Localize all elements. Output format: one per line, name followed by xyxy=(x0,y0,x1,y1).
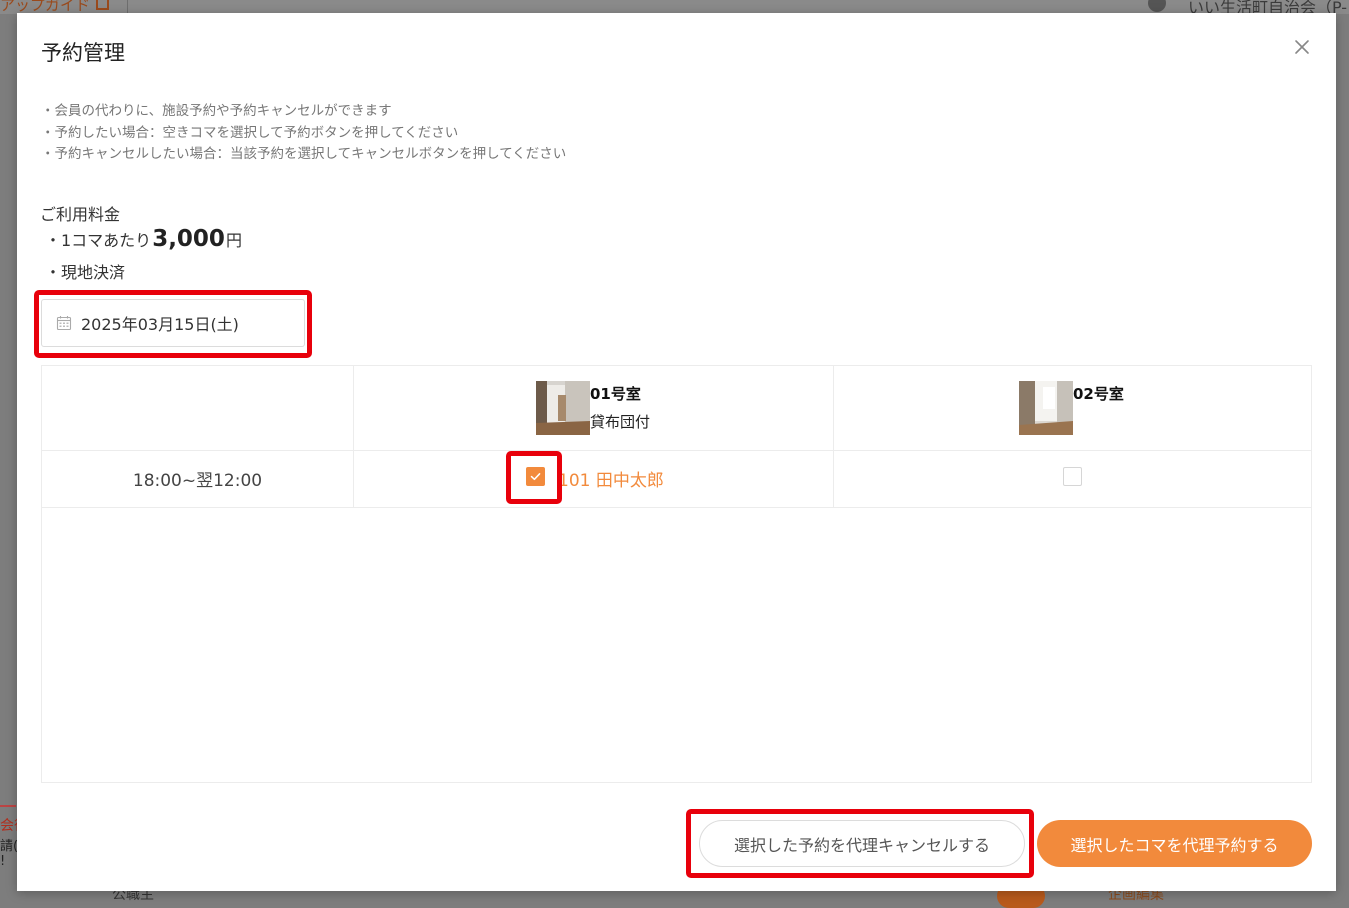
close-button[interactable] xyxy=(1292,37,1312,57)
proxy-cancel-button[interactable]: 選択した予約を代理キャンセルする xyxy=(699,820,1025,867)
fee-title: ご利用料金 xyxy=(40,205,121,224)
room-01-slot-checkbox[interactable] xyxy=(526,467,545,486)
fee-payment-method: ・現地決済 xyxy=(45,263,126,282)
note-line: ・会員の代わりに、施設予約や予約キャンセルができます xyxy=(41,103,392,119)
fee-amount: 3,000 xyxy=(152,226,225,252)
room-02-photo xyxy=(1019,381,1073,435)
selected-date: 2025年03月15日(土) xyxy=(81,315,239,334)
fee-per-slot-label: ・1コマあたり xyxy=(45,231,152,250)
background-header xyxy=(0,0,1349,14)
note-line: ・予約キャンセルしたい場合：当該予約を選択してキャンセルボタンを押してください xyxy=(41,146,567,162)
fee-unit: 円 xyxy=(225,231,242,250)
room-02-slot-checkbox[interactable] xyxy=(1063,467,1082,486)
header-divider xyxy=(127,0,128,14)
room-01-name: 01号室 xyxy=(590,385,641,403)
grid-divider xyxy=(353,366,354,508)
background-side-text: ! xyxy=(0,854,6,869)
proxy-reserve-button[interactable]: 選択したコマを代理予約する xyxy=(1037,820,1312,867)
grid-divider xyxy=(42,507,1311,508)
checkmark-icon xyxy=(530,473,541,481)
note-line: ・予約したい場合：空きコマを選択して予約ボタンを押してください xyxy=(41,124,459,141)
fee-per-slot: ・1コマあたり 3,000 円 xyxy=(45,226,242,252)
grid-divider xyxy=(42,450,1311,451)
room-01-photo xyxy=(536,381,590,435)
external-link-icon xyxy=(96,0,109,10)
background-side-text: 請( xyxy=(0,839,19,854)
instruction-notes: ・会員の代わりに、施設予約や予約キャンセルができます ・予約したい場合：空きコマ… xyxy=(41,101,566,166)
date-picker[interactable]: 2025年03月15日(土) xyxy=(41,299,305,347)
schedule-grid: 01号室 貸布団付 02号室 18:00~翌12:00 101 田中太郎 xyxy=(41,365,1312,783)
room-01-reservation-name[interactable]: 101 田中太郎 xyxy=(558,466,664,491)
close-icon xyxy=(1295,40,1309,54)
grid-divider xyxy=(833,366,834,508)
calendar-icon xyxy=(56,316,72,331)
room-01-subtitle: 貸布団付 xyxy=(590,413,651,431)
room-02-name: 02号室 xyxy=(1073,385,1124,403)
modal-title: 予約管理 xyxy=(41,41,125,65)
time-slot-label: 18:00~翌12:00 xyxy=(132,471,263,491)
reservation-management-modal: 予約管理 ・会員の代わりに、施設予約や予約キャンセルができます ・予約したい場合… xyxy=(17,13,1336,891)
